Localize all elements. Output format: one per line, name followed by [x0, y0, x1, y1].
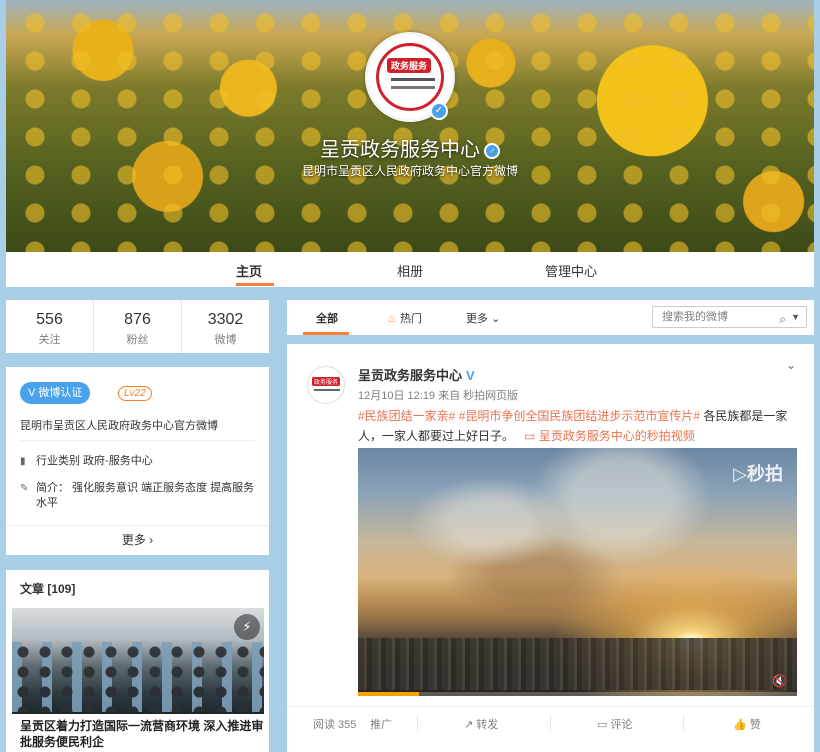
post-time[interactable]: 12月10日 12:19 来自 秒拍网页版 — [358, 387, 518, 403]
profile-name: 呈贡政务服务中心 — [320, 139, 480, 161]
feed-tab-all[interactable]: 全部 — [316, 310, 338, 326]
comment-label: 评论 — [610, 719, 633, 731]
level-badge[interactable]: Lv22 — [118, 386, 152, 401]
hashtag[interactable]: #昆明市争创全国民族团结进步示范市宣传片# — [459, 409, 700, 423]
stats-card: 556 关注 876 粉丝 3302 微博 — [6, 300, 269, 353]
stat-followers-count: 876 — [124, 311, 151, 328]
forward-label: 转发 — [476, 719, 499, 731]
feed-tab-hot[interactable]: ♨ 热门 — [387, 310, 422, 326]
read-count: 阅读 355 — [313, 719, 357, 731]
gender-icon: ♂ — [484, 142, 500, 159]
feed-tabs: 全部 ♨ 热门 更多 ⌄ 搜索我的微博 ⌕ ▼ — [287, 300, 814, 335]
feed-tab-more-label: 更多 — [466, 313, 488, 325]
profile-description: 昆明市呈贡区人民政府政务中心官方微博 — [301, 164, 518, 178]
verified-icon: ✓ — [430, 102, 448, 120]
like-button[interactable]: 👍 赞 — [733, 716, 761, 732]
city-skyline — [358, 638, 797, 690]
comment-button[interactable]: ▭ 评论 — [597, 716, 632, 732]
edit-icon: ✎ — [20, 483, 29, 494]
hashtag[interactable]: #民族团结一家亲# — [358, 409, 455, 423]
profile-name-row: 呈贡政务服务中心 ♂ — [0, 133, 820, 162]
chevron-down-icon: ⌄ — [491, 313, 501, 325]
meeting-room-image — [12, 642, 264, 712]
verify-description: 昆明市呈贡区人民政府政务中心官方微博 — [20, 420, 218, 432]
article-image[interactable]: ⚡ — [12, 608, 264, 714]
post-text: #民族团结一家亲# #昆明市争创全国民族团结进步示范市宣传片# 各民族都是一家人… — [358, 406, 793, 446]
thumbs-up-icon: 👍 — [733, 719, 747, 731]
stat-following-count: 556 — [36, 311, 63, 328]
verify-badge[interactable]: V 微博认证 — [20, 382, 91, 404]
article-headline[interactable]: 呈贡区着力打造国际一流营商环境 深入推进审批服务便民利企 — [20, 718, 265, 750]
search-placeholder: 搜索我的微博 — [662, 311, 728, 323]
divider — [683, 715, 684, 731]
post-author-name: 呈贡政务服务中心 — [358, 368, 463, 383]
divider — [417, 715, 418, 731]
search-icon[interactable]: ⌕ — [779, 309, 786, 329]
feed-tab-hot-label: 热门 — [399, 313, 422, 325]
info-card: V 微博认证 Lv22 昆明市呈贡区人民政府政务中心官方微博 ▮ 行业类别 政府… — [6, 367, 269, 555]
stat-followers[interactable]: 876 粉丝 — [94, 300, 182, 353]
video-link[interactable]: ▭ 呈贡政务服务中心的秒拍视频 — [517, 429, 695, 443]
stat-posts[interactable]: 3302 微博 — [182, 300, 269, 353]
mute-icon[interactable]: 🔇 — [772, 674, 787, 688]
divider — [20, 440, 255, 441]
active-tab-indicator — [236, 283, 274, 286]
lightning-icon: ⚡ — [234, 614, 260, 640]
avatar-logo: 政务服务 — [376, 43, 444, 111]
intro-row: ✎ 简介： 强化服务意识 端正服务态度 提高服务水平 — [20, 481, 255, 511]
intro-text: 简介： 强化服务意识 端正服务态度 提高服务水平 — [36, 482, 255, 509]
profile-nav: 主页 相册 管理中心 — [6, 252, 814, 287]
article-card: 文章 [109] ⚡ 呈贡区着力打造国际一流营商环境 深入推进审批服务便民利企 — [6, 570, 269, 752]
video-watermark-text: 秒拍 — [747, 464, 783, 484]
video-link-icon: ▭ — [524, 429, 536, 443]
post-avatar-logo-text: 政务服务 — [312, 377, 341, 386]
tab-manage[interactable]: 管理中心 — [545, 261, 597, 280]
post-author[interactable]: 呈贡政务服务中心 V — [358, 365, 475, 384]
dropdown-arrow-icon[interactable]: ▼ — [791, 307, 800, 327]
fire-icon: ♨ — [387, 313, 397, 325]
stat-following[interactable]: 556 关注 — [6, 300, 94, 353]
tab-home[interactable]: 主页 — [236, 261, 262, 280]
video-link-label: 呈贡政务服务中心的秒拍视频 — [538, 429, 695, 443]
avatar-logo-text: 政务服务 — [387, 58, 432, 73]
briefcase-icon: ▮ — [20, 456, 26, 467]
stat-posts-label: 微博 — [214, 334, 237, 346]
verified-v-icon: V — [466, 368, 475, 383]
info-more-button[interactable]: 更多 › — [6, 525, 269, 555]
post-actions: 阅读 355 推广 ↗ 转发 ▭ 评论 👍 赞 — [287, 706, 814, 736]
video-progress-bar[interactable] — [358, 692, 797, 696]
article-section-title[interactable]: 文章 [109] — [20, 580, 75, 597]
post-avatar[interactable]: 政务服务 — [307, 366, 345, 404]
industry-text: 行业类别 政府-服务中心 — [36, 455, 153, 467]
post-menu-chevron-icon[interactable]: ⌄ — [786, 358, 796, 372]
play-circle-icon: ▷ — [733, 464, 747, 484]
stat-posts-count: 3302 — [207, 311, 244, 328]
tab-album[interactable]: 相册 — [397, 261, 423, 280]
feed-tab-more[interactable]: 更多 ⌄ — [466, 310, 500, 326]
comment-icon: ▭ — [597, 719, 608, 731]
stat-followers-label: 粉丝 — [126, 334, 149, 346]
like-label: 赞 — [749, 719, 761, 731]
feed-post: 政务服务 呈贡政务服务中心 V ⌄ 12月10日 12:19 来自 秒拍网页版 #… — [287, 344, 814, 752]
video-player[interactable]: ▷秒拍 🔇 — [358, 448, 797, 696]
feed-search-input[interactable]: 搜索我的微博 ⌕ ▼ — [652, 306, 807, 328]
forward-button[interactable]: ↗ 转发 — [464, 716, 498, 732]
active-feed-tab-indicator — [303, 332, 349, 335]
forward-icon: ↗ — [464, 719, 474, 731]
stat-following-label: 关注 — [38, 334, 61, 346]
video-watermark: ▷秒拍 — [733, 460, 783, 486]
promote-button[interactable]: 推广 — [370, 716, 392, 732]
video-progress-fill — [358, 692, 420, 696]
industry-row: ▮ 行业类别 政府-服务中心 — [20, 454, 255, 469]
divider — [550, 715, 551, 731]
